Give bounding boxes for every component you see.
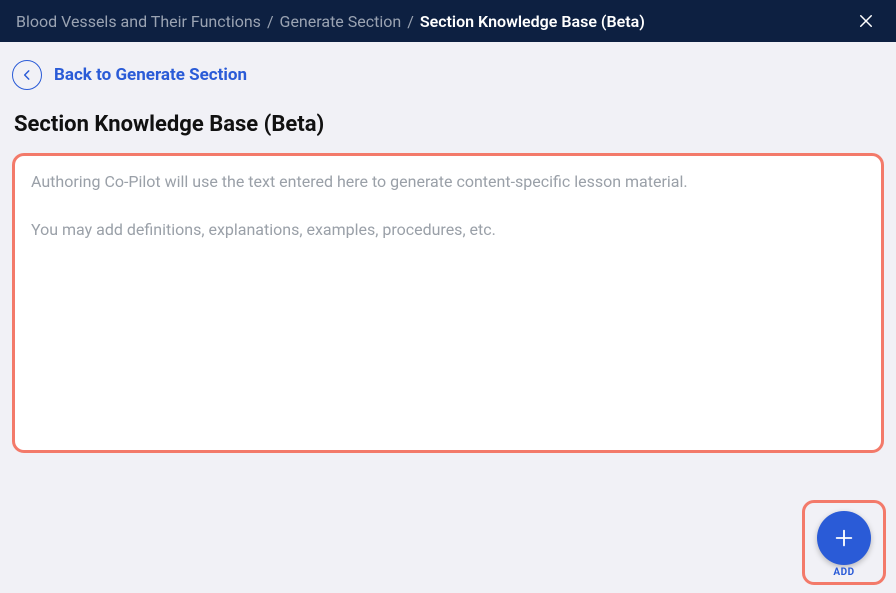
knowledge-base-textarea-highlight: [12, 153, 884, 453]
breadcrumb-separator: /: [267, 12, 274, 31]
breadcrumb-root[interactable]: Blood Vessels and Their Functions: [16, 12, 261, 31]
back-link[interactable]: Back to Generate Section: [12, 60, 884, 90]
back-circle[interactable]: [12, 60, 42, 90]
chevron-left-icon: [20, 68, 34, 82]
breadcrumb-mid[interactable]: Generate Section: [280, 12, 402, 31]
close-button[interactable]: [852, 7, 880, 35]
close-icon: [857, 12, 875, 30]
page-title: Section Knowledge Base (Beta): [12, 112, 884, 137]
app-header: Blood Vessels and Their Functions / Gene…: [0, 0, 896, 42]
add-button-highlight: ADD: [802, 500, 886, 585]
plus-icon: [833, 527, 855, 549]
add-button[interactable]: [817, 511, 871, 565]
breadcrumb-active: Section Knowledge Base (Beta): [420, 12, 645, 31]
breadcrumb-separator: /: [407, 12, 414, 31]
knowledge-base-textarea[interactable]: [31, 170, 865, 436]
breadcrumb: Blood Vessels and Their Functions / Gene…: [16, 12, 852, 31]
add-button-label: ADD: [833, 567, 854, 578]
page-body: Back to Generate Section Section Knowled…: [0, 42, 896, 593]
back-link-label[interactable]: Back to Generate Section: [54, 65, 247, 85]
